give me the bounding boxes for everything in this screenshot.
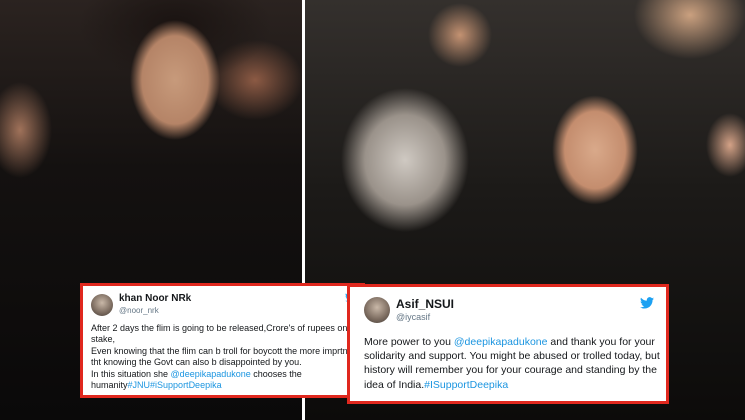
mention-link[interactable]: @deepikapadukone — [454, 336, 548, 348]
hashtag-link[interactable]: #JNU#iSupportDeepika — [128, 380, 222, 390]
twitter-bird-icon — [640, 297, 654, 309]
tweet-author-handle[interactable]: @noor_nrk — [119, 306, 159, 315]
tweet-card-khan-noor[interactable]: khan Noor NRk @noor_nrk After 2 days the… — [80, 283, 365, 398]
tweet-card-asif-nsui[interactable]: Asif_NSUI @iycasif More power to you @de… — [347, 284, 669, 404]
tweet-text: More power to you @deepikapadukone and t… — [364, 336, 660, 391]
avatar — [364, 297, 390, 323]
avatar — [91, 294, 113, 316]
hashtag-link[interactable]: #ISupportDeepika — [424, 379, 508, 391]
tweet-text: After 2 days the flim is going to be rel… — [91, 323, 359, 391]
mention-link[interactable]: @deepikapadukone — [171, 369, 251, 379]
tweet-author-name[interactable]: Asif_NSUI — [396, 297, 454, 311]
tweet-author-handle[interactable]: @iycasif — [396, 312, 430, 322]
tweet-author-name[interactable]: khan Noor NRk — [119, 293, 191, 304]
